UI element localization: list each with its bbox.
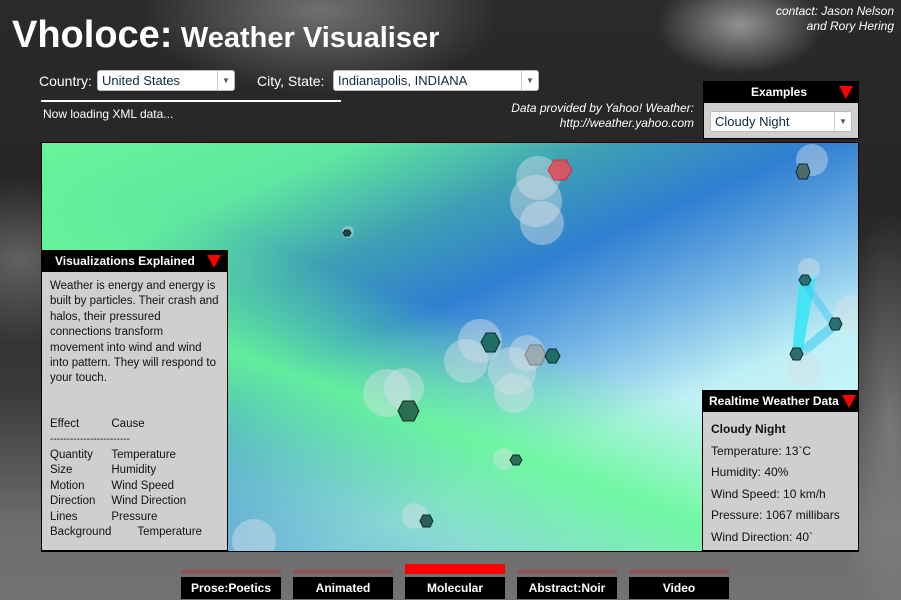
city-label: City, State: [257,73,325,89]
weather-condition: Cloudy Night [711,422,786,436]
country-select[interactable]: United States ▼ [97,70,235,91]
collapse-triangle-icon[interactable] [839,86,853,99]
particle[interactable] [789,347,804,361]
nav-tab-prose-poetics[interactable]: Prose:Poetics [181,564,281,599]
city-select-value: Indianapolis, INDIANA [338,73,468,88]
particle[interactable] [509,454,523,466]
tab-indicator-active [405,564,505,574]
halo [494,373,534,413]
table-separator: ------------------------ [50,434,130,446]
data-credit: Data provided by Yahoo! Weather: http://… [511,101,694,131]
examples-title: Examples [750,85,808,99]
chevron-down-icon[interactable]: ▼ [217,71,234,90]
halo [444,339,488,383]
examples-select-value: Cloudy Night [715,114,790,129]
particle[interactable] [342,229,352,237]
humidity-value: Humidity: 40% [711,465,789,479]
nav-tab-video[interactable]: Video [629,564,729,599]
effect-cell: Direction [50,495,96,508]
explain-title: Visualizations Explained [55,254,195,268]
nav-tab-abstract-noir[interactable]: Abstract:Noir [517,564,617,599]
effect-cell: Background [50,526,112,539]
table-row: Size Humidity [50,463,202,479]
cause-cell: Pressure [111,510,158,523]
tab-indicator [181,569,281,574]
table-row: Quantity Temperature [50,448,202,464]
effect-cell: Lines [50,510,78,523]
pressure-connections [792,275,838,357]
temperature-value: Temperature: 13`C [711,443,812,458]
realtime-title: Realtime Weather Data [709,394,839,408]
examples-header[interactable]: Examples [704,82,858,103]
table-header-row: Effect Cause [50,417,202,433]
examples-select[interactable]: Cloudy Night ▼ [710,111,852,132]
table-row: Motion Wind Speed [50,479,202,495]
halo [232,519,276,551]
particle[interactable] [397,400,420,422]
examples-panel: Examples Cloudy Night ▼ [703,81,859,139]
cause-cell: Wind Speed [111,479,175,492]
chevron-down-icon[interactable]: ▼ [521,71,538,90]
loading-status: Now loading XML data... [43,107,174,121]
city-select[interactable]: Indianapolis, INDIANA ▼ [333,70,539,91]
contact-info: contact: Jason Nelson and Rory Hering [776,4,894,34]
wind-speed-value: Wind Speed: 10 km/h [711,486,826,501]
effect-cell: Size [50,464,73,477]
contact-line-1: contact: Jason Nelson [775,4,894,18]
cause-cell: Wind Direction [111,495,187,508]
explain-header[interactable]: Visualizations Explained [42,251,227,272]
cause-header: Cause [111,417,145,430]
divider [41,100,341,102]
table-row: Lines Pressure [50,510,202,526]
halo [520,201,564,245]
effect-cell: Motion [50,479,85,492]
collapse-triangle-icon[interactable] [842,395,856,408]
table-row: Background Temperature [50,525,202,541]
effect-cause-table: Effect Cause ------------------------ Qu… [50,417,202,541]
credit-link[interactable]: http://weather.yahoo.com [511,116,694,131]
tab-label[interactable]: Animated [293,577,393,599]
tab-label[interactable]: Molecular [405,577,505,599]
particle[interactable] [419,514,434,528]
table-row: Direction Wind Direction [50,494,202,510]
effect-header: Effect [50,417,80,430]
country-select-value: United States [102,73,181,88]
particle[interactable] [798,274,812,286]
realtime-header[interactable]: Realtime Weather Data [703,391,858,412]
nav-tab-molecular[interactable]: Molecular [405,564,505,599]
cause-cell: Temperature [137,526,202,539]
pressure-value: Pressure: 1067 millibars [711,508,840,522]
mode-nav: Prose:Poetics Animated Molecular Abstrac… [181,564,729,599]
effect-cell: Quantity [50,448,93,461]
credit-line-1: Data provided by Yahoo! Weather: [511,101,694,115]
particle[interactable] [524,344,547,366]
tab-label[interactable]: Abstract:Noir [517,577,617,599]
explain-text: Weather is energy and energy is built by… [50,280,219,385]
tab-label[interactable]: Video [629,577,729,599]
visualizations-explained-panel: Visualizations Explained Weather is ener… [41,250,228,551]
app-title-main: Vholoce: [12,14,173,56]
tab-indicator [629,569,729,574]
tab-indicator [293,569,393,574]
app-title-sub: Weather Visualiser [180,22,440,54]
country-label: Country: [39,73,92,89]
collapse-triangle-icon[interactable] [207,255,221,268]
wind-direction-value: Wind Direction: 40` [711,529,814,544]
cause-cell: Temperature [111,448,176,461]
realtime-weather-panel: Realtime Weather Data Cloudy Night Tempe… [702,390,859,551]
tab-label[interactable]: Prose:Poetics [181,577,281,599]
particle[interactable] [544,348,561,364]
cause-cell: Humidity [111,464,157,477]
tab-indicator [517,569,617,574]
chevron-down-icon[interactable]: ▼ [834,112,851,131]
particle[interactable] [795,163,811,180]
app-title: Vholoce: Weather Visualiser [12,14,439,57]
nav-tab-animated[interactable]: Animated [293,564,393,599]
particle[interactable] [828,317,843,331]
contact-line-2: and Rory Hering [806,19,894,33]
